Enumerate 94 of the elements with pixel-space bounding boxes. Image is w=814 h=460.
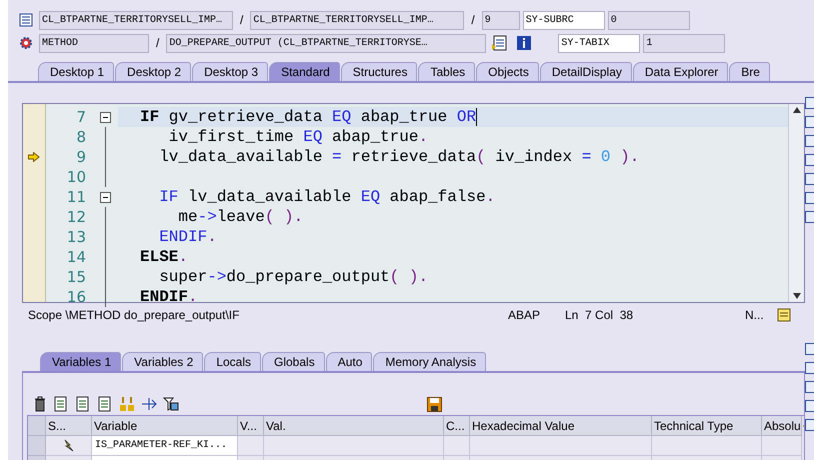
desktop-tab[interactable]: Bre [729,62,770,81]
code-line: super->do_prepare_output( ). [158,267,430,287]
collapse-icon[interactable] [100,112,110,122]
column-header[interactable]: V... [238,416,264,436]
variables-tab[interactable]: Variables 2 [122,352,204,371]
value-field[interactable]: CL_BTPARTNE_TERRITORYSELL_IMP… [39,10,233,30]
variable-name-field[interactable]: SY-TABIX [558,34,640,52]
side-toolbar-icon[interactable] [805,116,814,128]
column-header[interactable]: Technical Type [652,416,762,436]
code-line: iv_first_time EQ abap_true. [168,127,430,147]
variable-cell[interactable]: IS_PARAMETER-REF_KI... [92,436,238,456]
desktop-tab[interactable]: Desktop 2 [115,62,192,81]
desktop-tab[interactable]: Desktop 3 [192,62,268,81]
document-icon[interactable] [97,396,113,412]
line-number: 16 [66,287,87,307]
code-line: lv_data_available = retrieve_data( iv_index = 0 ). [158,147,640,167]
list-icon [18,12,34,28]
variables-tab[interactable]: Variables 1 [40,352,122,371]
line-number: 7 [75,107,87,127]
scroll-down-icon[interactable] [792,293,800,299]
table-cell [762,436,802,456]
column-header[interactable]: C... [444,416,470,436]
line-number: 9 [75,147,87,167]
table-cell [444,436,470,456]
value-field[interactable]: 1 [643,34,726,52]
collapse-icon[interactable] [100,192,110,202]
variables-tab[interactable]: Auto [326,352,372,371]
variables-tab[interactable]: Locals [204,352,261,371]
scrollbar[interactable] [788,104,804,302]
split-arrows-icon[interactable] [119,396,135,412]
side-toolbar-icon[interactable] [805,135,814,147]
desktop-tab[interactable]: Objects [476,62,539,81]
note-icon[interactable] [777,308,791,322]
desktop-tab[interactable]: Desktop 1 [38,62,114,81]
filter-icon[interactable] [163,396,179,412]
scope-text: Scope \METHOD do_prepare_output\IF [27,308,240,322]
column-header[interactable]: Val. [264,416,444,436]
variable-name-field[interactable]: SY-SUBRC [522,10,605,30]
side-toolbar-icon[interactable] [805,97,814,109]
code-line: IF lv_data_available EQ abap_false. [158,187,496,207]
side-toolbar-icon[interactable] [805,192,814,204]
side-toolbar-icon[interactable] [805,173,814,185]
code-line: me->leave( ). [177,207,304,227]
column-header[interactable]: S... [46,416,92,436]
path-separator: / [155,36,160,50]
column-header[interactable]: Hexadecimal Value [470,416,652,436]
save-icon[interactable] [427,396,442,412]
variables-tab[interactable]: Memory Analysis [373,352,486,371]
line-number: 10 [66,167,87,187]
column-header[interactable]: Absolu [762,416,802,436]
value-field[interactable]: CL_BTPARTNE_TERRITORYSELL_IMP… [250,10,464,30]
side-toolbar-icon[interactable] [805,400,814,412]
side-toolbar-icon[interactable] [805,419,814,431]
desktop-tab[interactable]: Structures [340,62,418,81]
desktop-tab[interactable]: DetailDisplay [540,62,632,81]
arrows-icon[interactable] [141,396,157,412]
line-number: 15 [66,267,87,287]
document-icon[interactable] [53,396,69,412]
info-icon[interactable] [516,35,532,51]
side-toolbar-icon[interactable] [805,211,814,223]
line-number: 14 [66,247,87,267]
gear-icon [18,35,34,51]
side-toolbar-icon[interactable] [805,381,814,393]
column-header[interactable]: Variable [92,416,238,436]
value-field[interactable]: DO_PREPARE_OUTPUT (CL_BTPARTNE_TERRITORYSE… [166,34,486,52]
code-line: ENDIF. [158,227,218,247]
line-number: 11 [66,187,87,207]
code-line: ELSE. [139,247,190,267]
line-number: 12 [66,207,87,227]
line-number: 8 [75,127,87,147]
side-toolbar-icon[interactable] [805,362,814,374]
side-toolbar-icon[interactable] [805,343,814,355]
row-header [28,416,46,436]
trash-icon[interactable] [33,396,47,412]
lightning-icon [62,439,74,452]
code-line: ENDIF. [139,287,199,302]
desktop-tab[interactable]: Standard [269,62,340,81]
side-toolbar-icon[interactable] [805,154,814,166]
table-cell [238,436,264,456]
line-number: 13 [66,227,87,247]
scroll-up-icon[interactable] [792,107,800,113]
variables-tab[interactable]: Globals [262,352,325,371]
path-separator: / [470,13,476,27]
language-text: ABAP [507,308,542,322]
value-field[interactable]: 9 [482,10,520,30]
value-field[interactable]: METHOD [39,34,149,52]
mode-text: N... [745,308,765,322]
cursor-position-text: Ln 7 Col 38 [565,308,634,322]
document-icon[interactable] [491,35,510,51]
path-separator: / [239,13,244,27]
desktop-tab[interactable]: Data Explorer [632,62,728,81]
desktop-tab[interactable]: Tables [418,62,476,81]
document-icon[interactable] [75,396,91,412]
value-field[interactable]: 0 [608,10,690,30]
